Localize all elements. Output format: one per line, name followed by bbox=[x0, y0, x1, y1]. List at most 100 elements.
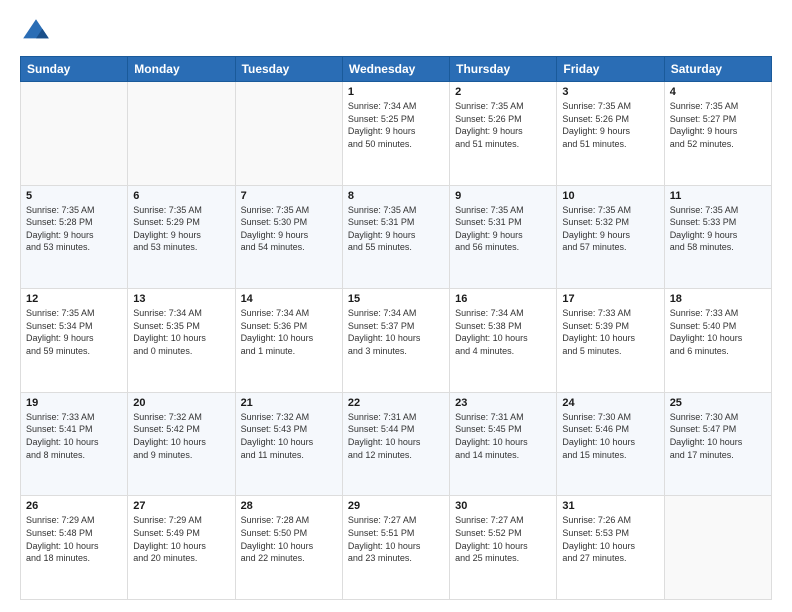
day-detail: Sunrise: 7:34 AMSunset: 5:36 PMDaylight:… bbox=[241, 307, 337, 357]
calendar-cell: 27Sunrise: 7:29 AMSunset: 5:49 PMDayligh… bbox=[128, 496, 235, 600]
day-number: 22 bbox=[348, 397, 444, 409]
calendar-week-row: 12 Sunrise: 7:35 AMSunset: 5:34 PMDayligh… bbox=[21, 289, 772, 393]
page: SundayMondayTuesdayWednesdayThursdayFrid… bbox=[0, 0, 792, 612]
day-detail: Sunrise: 7:35 AMSunset: 5:28 PMDaylight:… bbox=[26, 204, 122, 254]
day-detail: Sunrise: 7:31 AMSunset: 5:44 PMDaylight:… bbox=[348, 411, 444, 461]
day-detail: Sunrise: 7:28 AMSunset: 5:50 PMDaylight:… bbox=[241, 514, 337, 564]
calendar-cell bbox=[664, 496, 771, 600]
day-detail: Sunrise: 7:35 AMSunset: 5:33 PMDaylight:… bbox=[670, 204, 766, 254]
day-detail: Sunrise: 7:35 AMSunset: 5:27 PMDaylight:… bbox=[670, 100, 766, 150]
calendar-cell: 20 Sunrise: 7:32 AMSunset: 5:42 PMDayligh… bbox=[128, 392, 235, 496]
calendar-cell: 23Sunrise: 7:31 AMSunset: 5:45 PMDayligh… bbox=[450, 392, 557, 496]
day-number: 7 bbox=[241, 190, 337, 202]
calendar-week-row: 19 Sunrise: 7:33 AMSunset: 5:41 PMDayligh… bbox=[21, 392, 772, 496]
calendar-cell: 11 Sunrise: 7:35 AMSunset: 5:33 PMDayligh… bbox=[664, 185, 771, 289]
logo bbox=[20, 16, 56, 48]
calendar-cell: 13 Sunrise: 7:34 AMSunset: 5:35 PMDayligh… bbox=[128, 289, 235, 393]
day-number: 11 bbox=[670, 190, 766, 202]
weekday-header-sunday: Sunday bbox=[21, 57, 128, 82]
day-number: 2 bbox=[455, 86, 551, 98]
day-number: 25 bbox=[670, 397, 766, 409]
day-number: 20 bbox=[133, 397, 229, 409]
day-detail: Sunrise: 7:34 AMSunset: 5:35 PMDaylight:… bbox=[133, 307, 229, 357]
day-detail: Sunrise: 7:30 AMSunset: 5:47 PMDaylight:… bbox=[670, 411, 766, 461]
day-number: 30 bbox=[455, 500, 551, 512]
day-number: 26 bbox=[26, 500, 122, 512]
day-detail: Sunrise: 7:35 AMSunset: 5:31 PMDaylight:… bbox=[455, 204, 551, 254]
day-detail: Sunrise: 7:35 AMSunset: 5:26 PMDaylight:… bbox=[455, 100, 551, 150]
calendar-cell: 15Sunrise: 7:34 AMSunset: 5:37 PMDayligh… bbox=[342, 289, 449, 393]
day-number: 19 bbox=[26, 397, 122, 409]
calendar-cell: 18 Sunrise: 7:33 AMSunset: 5:40 PMDayligh… bbox=[664, 289, 771, 393]
day-detail: Sunrise: 7:35 AMSunset: 5:30 PMDaylight:… bbox=[241, 204, 337, 254]
day-number: 10 bbox=[562, 190, 658, 202]
calendar-cell: 25 Sunrise: 7:30 AMSunset: 5:47 PMDayligh… bbox=[664, 392, 771, 496]
calendar-table: SundayMondayTuesdayWednesdayThursdayFrid… bbox=[20, 56, 772, 600]
day-number: 21 bbox=[241, 397, 337, 409]
day-detail: Sunrise: 7:30 AMSunset: 5:46 PMDaylight:… bbox=[562, 411, 658, 461]
day-number: 6 bbox=[133, 190, 229, 202]
weekday-header-row: SundayMondayTuesdayWednesdayThursdayFrid… bbox=[21, 57, 772, 82]
day-detail: Sunrise: 7:35 AMSunset: 5:31 PMDaylight:… bbox=[348, 204, 444, 254]
day-number: 4 bbox=[670, 86, 766, 98]
day-detail: Sunrise: 7:33 AMSunset: 5:39 PMDaylight:… bbox=[562, 307, 658, 357]
day-number: 9 bbox=[455, 190, 551, 202]
header bbox=[20, 16, 772, 48]
calendar-week-row: 26 Sunrise: 7:29 AMSunset: 5:48 PMDayligh… bbox=[21, 496, 772, 600]
calendar-cell bbox=[235, 82, 342, 186]
day-number: 3 bbox=[562, 86, 658, 98]
day-number: 17 bbox=[562, 293, 658, 305]
calendar-cell bbox=[128, 82, 235, 186]
day-detail: Sunrise: 7:29 AMSunset: 5:49 PMDaylight:… bbox=[133, 514, 229, 564]
calendar-cell: 22 Sunrise: 7:31 AMSunset: 5:44 PMDayligh… bbox=[342, 392, 449, 496]
weekday-header-tuesday: Tuesday bbox=[235, 57, 342, 82]
day-detail: Sunrise: 7:27 AMSunset: 5:51 PMDaylight:… bbox=[348, 514, 444, 564]
calendar-cell: 24 Sunrise: 7:30 AMSunset: 5:46 PMDayligh… bbox=[557, 392, 664, 496]
calendar-cell: 8 Sunrise: 7:35 AMSunset: 5:31 PMDaylight… bbox=[342, 185, 449, 289]
calendar-cell: 30 Sunrise: 7:27 AMSunset: 5:52 PMDayligh… bbox=[450, 496, 557, 600]
day-number: 31 bbox=[562, 500, 658, 512]
calendar-cell: 26 Sunrise: 7:29 AMSunset: 5:48 PMDayligh… bbox=[21, 496, 128, 600]
calendar-cell: 5Sunrise: 7:35 AMSunset: 5:28 PMDaylight… bbox=[21, 185, 128, 289]
calendar-week-row: 5Sunrise: 7:35 AMSunset: 5:28 PMDaylight… bbox=[21, 185, 772, 289]
day-number: 24 bbox=[562, 397, 658, 409]
calendar-cell: 9 Sunrise: 7:35 AMSunset: 5:31 PMDaylight… bbox=[450, 185, 557, 289]
calendar-cell: 4 Sunrise: 7:35 AMSunset: 5:27 PMDaylight… bbox=[664, 82, 771, 186]
day-detail: Sunrise: 7:29 AMSunset: 5:48 PMDaylight:… bbox=[26, 514, 122, 564]
calendar-cell: 16Sunrise: 7:34 AMSunset: 5:38 PMDayligh… bbox=[450, 289, 557, 393]
calendar-cell: 2 Sunrise: 7:35 AMSunset: 5:26 PMDaylight… bbox=[450, 82, 557, 186]
weekday-header-friday: Friday bbox=[557, 57, 664, 82]
weekday-header-wednesday: Wednesday bbox=[342, 57, 449, 82]
day-number: 8 bbox=[348, 190, 444, 202]
day-detail: Sunrise: 7:35 AMSunset: 5:34 PMDaylight:… bbox=[26, 307, 122, 357]
day-detail: Sunrise: 7:26 AMSunset: 5:53 PMDaylight:… bbox=[562, 514, 658, 564]
calendar-cell bbox=[21, 82, 128, 186]
calendar-cell: 7 Sunrise: 7:35 AMSunset: 5:30 PMDaylight… bbox=[235, 185, 342, 289]
day-number: 29 bbox=[348, 500, 444, 512]
day-number: 14 bbox=[241, 293, 337, 305]
day-detail: Sunrise: 7:35 AMSunset: 5:26 PMDaylight:… bbox=[562, 100, 658, 150]
day-number: 13 bbox=[133, 293, 229, 305]
day-number: 28 bbox=[241, 500, 337, 512]
weekday-header-saturday: Saturday bbox=[664, 57, 771, 82]
logo-icon bbox=[20, 16, 52, 48]
calendar-cell: 1Sunrise: 7:34 AMSunset: 5:25 PMDaylight… bbox=[342, 82, 449, 186]
day-number: 15 bbox=[348, 293, 444, 305]
calendar-cell: 28 Sunrise: 7:28 AMSunset: 5:50 PMDayligh… bbox=[235, 496, 342, 600]
day-detail: Sunrise: 7:33 AMSunset: 5:40 PMDaylight:… bbox=[670, 307, 766, 357]
day-detail: Sunrise: 7:33 AMSunset: 5:41 PMDaylight:… bbox=[26, 411, 122, 461]
day-number: 12 bbox=[26, 293, 122, 305]
calendar-cell: 6Sunrise: 7:35 AMSunset: 5:29 PMDaylight… bbox=[128, 185, 235, 289]
calendar-cell: 3 Sunrise: 7:35 AMSunset: 5:26 PMDaylight… bbox=[557, 82, 664, 186]
calendar-cell: 19 Sunrise: 7:33 AMSunset: 5:41 PMDayligh… bbox=[21, 392, 128, 496]
calendar-cell: 12 Sunrise: 7:35 AMSunset: 5:34 PMDayligh… bbox=[21, 289, 128, 393]
day-detail: Sunrise: 7:27 AMSunset: 5:52 PMDaylight:… bbox=[455, 514, 551, 564]
calendar-cell: 21Sunrise: 7:32 AMSunset: 5:43 PMDayligh… bbox=[235, 392, 342, 496]
calendar-cell: 14 Sunrise: 7:34 AMSunset: 5:36 PMDayligh… bbox=[235, 289, 342, 393]
day-number: 18 bbox=[670, 293, 766, 305]
calendar-week-row: 1Sunrise: 7:34 AMSunset: 5:25 PMDaylight… bbox=[21, 82, 772, 186]
day-number: 23 bbox=[455, 397, 551, 409]
calendar-cell: 10Sunrise: 7:35 AMSunset: 5:32 PMDayligh… bbox=[557, 185, 664, 289]
calendar-cell: 29 Sunrise: 7:27 AMSunset: 5:51 PMDayligh… bbox=[342, 496, 449, 600]
day-detail: Sunrise: 7:32 AMSunset: 5:42 PMDaylight:… bbox=[133, 411, 229, 461]
